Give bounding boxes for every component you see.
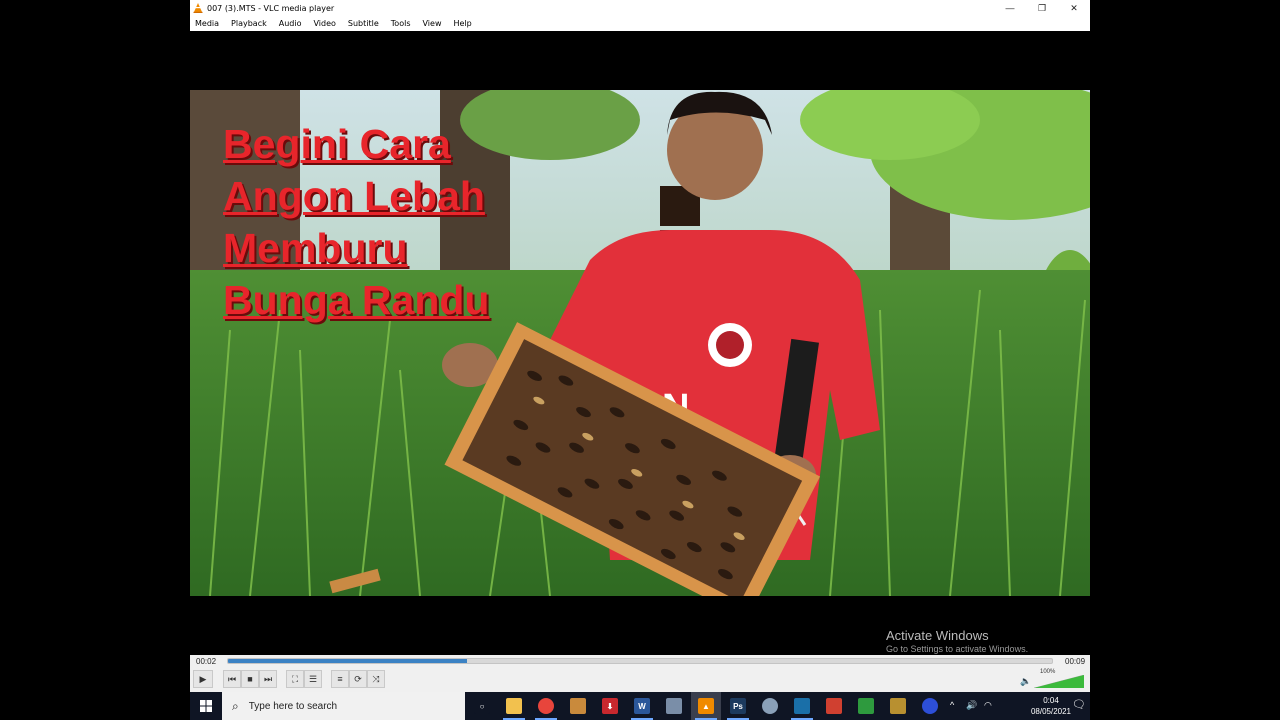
notification-icon[interactable]: 🗨 <box>1072 698 1086 711</box>
taskbar-app-task-view[interactable]: ○ <box>467 692 497 720</box>
windows-taskbar: ⌕ Type here to search ○ ⬇ W ▲ Ps ^ 🔊 ◠ 0:04 … <box>190 692 1090 720</box>
menu-media[interactable]: Media <box>195 19 219 28</box>
menu-playback[interactable]: Playback <box>231 19 267 28</box>
clock-time: 0:04 <box>1043 696 1059 705</box>
activate-windows-title: Activate Windows <box>886 628 989 643</box>
network-icon[interactable]: ◠ <box>984 700 992 711</box>
app-db-icon <box>826 698 842 714</box>
fullscreen-button[interactable]: ⛶ <box>286 670 304 688</box>
app-blue-circle-icon <box>922 698 938 714</box>
caption-line-4: Bunga Randu <box>223 277 490 323</box>
caption-line-3: Memburu <box>223 225 408 271</box>
player-controls: 00:02 00:09 ▶ ⏮ ■ ⏭ ⛶ ☰ ≡ ⟳ ⤨ 🔈 100% <box>190 655 1090 692</box>
menu-help[interactable]: Help <box>453 19 471 28</box>
stop-button[interactable]: ■ <box>241 670 259 688</box>
taskbar-app-app-bolt[interactable] <box>883 692 913 720</box>
taskbar-app-chrome[interactable] <box>531 692 561 720</box>
vlc-cone-icon <box>193 3 203 13</box>
taskbar-app-photoshop[interactable]: Ps <box>723 692 753 720</box>
previous-button[interactable]: ⏮ <box>223 670 241 688</box>
caption-line-1: Begini Cara <box>223 121 451 167</box>
app-bolt-icon <box>890 698 906 714</box>
close-button[interactable]: ✕ <box>1058 0 1090 16</box>
menu-bar: Media Playback Audio Video Subtitle Tool… <box>190 16 1090 31</box>
window-title: 007 (3).MTS - VLC media player <box>207 3 335 13</box>
taskbar-app-app-video-editor[interactable] <box>787 692 817 720</box>
time-elapsed: 00:02 <box>196 657 217 666</box>
taskbar-app-app-orange[interactable] <box>563 692 593 720</box>
clock-date: 08/05/2021 <box>1030 707 1072 716</box>
taskbar-app-word[interactable]: W <box>627 692 657 720</box>
app-orange-icon <box>570 698 586 714</box>
video-frame[interactable]: AON <box>190 90 1090 596</box>
tray-overflow-icon[interactable]: ^ <box>950 700 954 710</box>
system-tray: ^ 🔊 ◠ 0:04 08/05/2021 🗨 <box>950 692 1090 720</box>
menu-audio[interactable]: Audio <box>279 19 302 28</box>
taskbar-app-file-explorer[interactable] <box>499 692 529 720</box>
file-explorer-icon <box>506 698 522 714</box>
app-video-editor-icon <box>794 698 810 714</box>
caption-line-2: Angon Lebah <box>223 173 485 219</box>
next-button[interactable]: ⏭ <box>259 670 277 688</box>
windows-logo-icon <box>200 700 212 712</box>
extended-settings-button[interactable]: ☰ <box>304 670 322 688</box>
app-grid-icon <box>666 698 682 714</box>
menu-subtitle[interactable]: Subtitle <box>348 19 379 28</box>
app-green-icon <box>858 698 874 714</box>
title-bar: 007 (3).MTS - VLC media player — ❐ ✕ <box>190 0 1090 16</box>
taskbar-app-app-db[interactable] <box>819 692 849 720</box>
taskbar-search-box[interactable]: ⌕ Type here to search <box>222 692 465 720</box>
volume-percent: 100% <box>1040 669 1056 675</box>
seek-area: 00:02 00:09 <box>190 655 1090 668</box>
loop-button[interactable]: ⟳ <box>349 670 367 688</box>
volume-tray-icon[interactable]: 🔊 <box>966 700 977 711</box>
search-icon: ⌕ <box>232 698 239 713</box>
minimize-button[interactable]: — <box>994 0 1026 16</box>
clock[interactable]: 0:04 08/05/2021 <box>1028 695 1074 717</box>
activate-windows-subtitle: Go to Settings to activate Windows. <box>886 644 1029 654</box>
playlist-button[interactable]: ≡ <box>331 670 349 688</box>
video-caption: Begini Cara Angon Lebah Memburu Bunga Ra… <box>223 118 489 326</box>
taskbar-app-app-globe[interactable] <box>755 692 785 720</box>
menu-view[interactable]: View <box>423 19 442 28</box>
taskbar-app-app-grid[interactable] <box>659 692 689 720</box>
volume-slider[interactable] <box>1034 675 1084 688</box>
seek-slider[interactable] <box>227 658 1053 664</box>
app-red-download-icon: ⬇ <box>602 698 618 714</box>
vlc-icon: ▲ <box>698 698 714 714</box>
restore-button[interactable]: ❐ <box>1026 0 1058 16</box>
taskbar-app-app-red-download[interactable]: ⬇ <box>595 692 625 720</box>
app-globe-icon <box>762 698 778 714</box>
volume-control[interactable]: 🔈 100% <box>1020 669 1086 688</box>
vlc-window: 007 (3).MTS - VLC media player — ❐ ✕ Med… <box>190 0 1090 692</box>
task-view-icon: ○ <box>474 698 490 714</box>
activate-windows-watermark: Activate Windows Go to Settings to activ… <box>886 628 1028 654</box>
random-button[interactable]: ⤨ <box>367 670 385 688</box>
taskbar-app-app-green[interactable] <box>851 692 881 720</box>
start-button[interactable] <box>190 692 222 720</box>
seek-progress-fill <box>228 659 467 663</box>
taskbar-app-vlc[interactable]: ▲ <box>691 692 721 720</box>
menu-tools[interactable]: Tools <box>391 19 411 28</box>
taskbar-app-app-blue-circle[interactable] <box>915 692 945 720</box>
play-button[interactable]: ▶ <box>193 670 213 688</box>
menu-video[interactable]: Video <box>313 19 335 28</box>
search-placeholder: Type here to search <box>248 700 338 712</box>
speaker-icon[interactable]: 🔈 <box>1020 676 1031 687</box>
time-total: 00:09 <box>1065 657 1086 666</box>
chrome-icon <box>538 698 554 714</box>
desktop: 007 (3).MTS - VLC media player — ❐ ✕ Med… <box>0 0 1280 720</box>
photoshop-icon: Ps <box>730 698 746 714</box>
word-icon: W <box>634 698 650 714</box>
